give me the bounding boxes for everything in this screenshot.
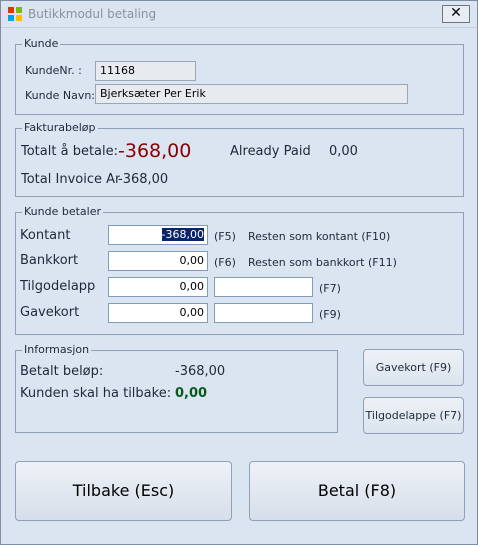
gavekort-number-input[interactable] <box>214 303 313 323</box>
bankkort-label: Bankkort <box>20 253 79 268</box>
tilbake-label: Kunden skal ha tilbake: <box>20 386 172 401</box>
total-invoice-value: -368,00 <box>118 172 169 187</box>
kontant-input[interactable]: -368,00 <box>108 225 208 245</box>
gavekort-button[interactable]: Gavekort (F9) <box>363 349 464 386</box>
already-paid-label: Already Paid <box>230 144 311 159</box>
kunde-nr-field: 11168 <box>95 61 196 81</box>
gavekort-input[interactable]: 0,00 <box>108 303 208 323</box>
bankkort-value: 0,00 <box>179 254 205 267</box>
gavekort-value: 0,00 <box>179 306 205 319</box>
kunde-group: Kunde <box>15 37 464 115</box>
tilbake-value: 0,00 <box>175 386 208 401</box>
kunde-group-label: Kunde <box>22 37 61 50</box>
app-icon <box>8 7 22 21</box>
kunde-nr-label: KundeNr. : <box>25 64 82 77</box>
kunde-nr-value: 11168 <box>100 64 135 77</box>
bankkort-input[interactable]: 0,00 <box>108 251 208 271</box>
tilgodelapp-value: 0,00 <box>179 280 205 293</box>
bankkort-shortcut: (F6) <box>214 256 236 269</box>
betalt-label: Betalt beløp: <box>20 364 104 379</box>
already-paid-value: 0,00 <box>329 144 358 159</box>
tilgodelapp-number-input[interactable] <box>214 277 313 297</box>
resten-kontant-link[interactable]: Resten som kontant (F10) <box>248 230 390 243</box>
info-group-label: Informasjon <box>22 343 92 356</box>
close-icon: ✕ <box>450 5 462 21</box>
title-bar: Butikkmodul betaling ✕ <box>1 1 477 28</box>
betaler-group-label: Kunde betaler <box>22 205 104 218</box>
total-invoice-label: Total Invoice Am <box>21 172 120 187</box>
window-title: Butikkmodul betaling <box>28 7 157 21</box>
kontant-value: -368,00 <box>161 228 204 241</box>
tilgodelapp-label: Tilgodelapp <box>20 279 96 294</box>
payment-window: Butikkmodul betaling ✕ Kunde KundeNr. : … <box>0 0 478 545</box>
tilbake-button-label: Tilbake (Esc) <box>72 481 175 500</box>
faktura-group-label: Fakturabeløp <box>22 121 98 134</box>
totalt-value: -368,00 <box>118 140 192 162</box>
gavekort-label: Gavekort <box>20 305 80 320</box>
tilgodelapp-shortcut: (F7) <box>319 282 341 295</box>
kontant-label: Kontant <box>20 228 71 243</box>
betalt-value: -368,00 <box>175 364 226 379</box>
kunde-navn-value: Bjerksæter Per Erik <box>100 87 206 100</box>
tilbake-button[interactable]: Tilbake (Esc) <box>15 461 232 521</box>
gavekort-shortcut: (F9) <box>319 308 341 321</box>
totalt-label: Totalt å betale: <box>21 144 118 159</box>
resten-bankkort-link[interactable]: Resten som bankkort (F11) <box>248 256 397 269</box>
kontant-shortcut: (F5) <box>214 230 236 243</box>
tilgodelappe-button-label: Tilgodelappe (F7) <box>365 409 462 422</box>
kunde-navn-label: Kunde Navn: <box>25 89 96 102</box>
betal-button[interactable]: Betal (F8) <box>249 461 465 521</box>
gavekort-button-label: Gavekort (F9) <box>375 361 452 374</box>
tilgodelappe-button[interactable]: Tilgodelappe (F7) <box>363 397 464 434</box>
close-button[interactable]: ✕ <box>442 5 470 23</box>
kunde-navn-field: Bjerksæter Per Erik <box>95 84 408 104</box>
betal-button-label: Betal (F8) <box>317 481 397 500</box>
tilgodelapp-input[interactable]: 0,00 <box>108 277 208 297</box>
